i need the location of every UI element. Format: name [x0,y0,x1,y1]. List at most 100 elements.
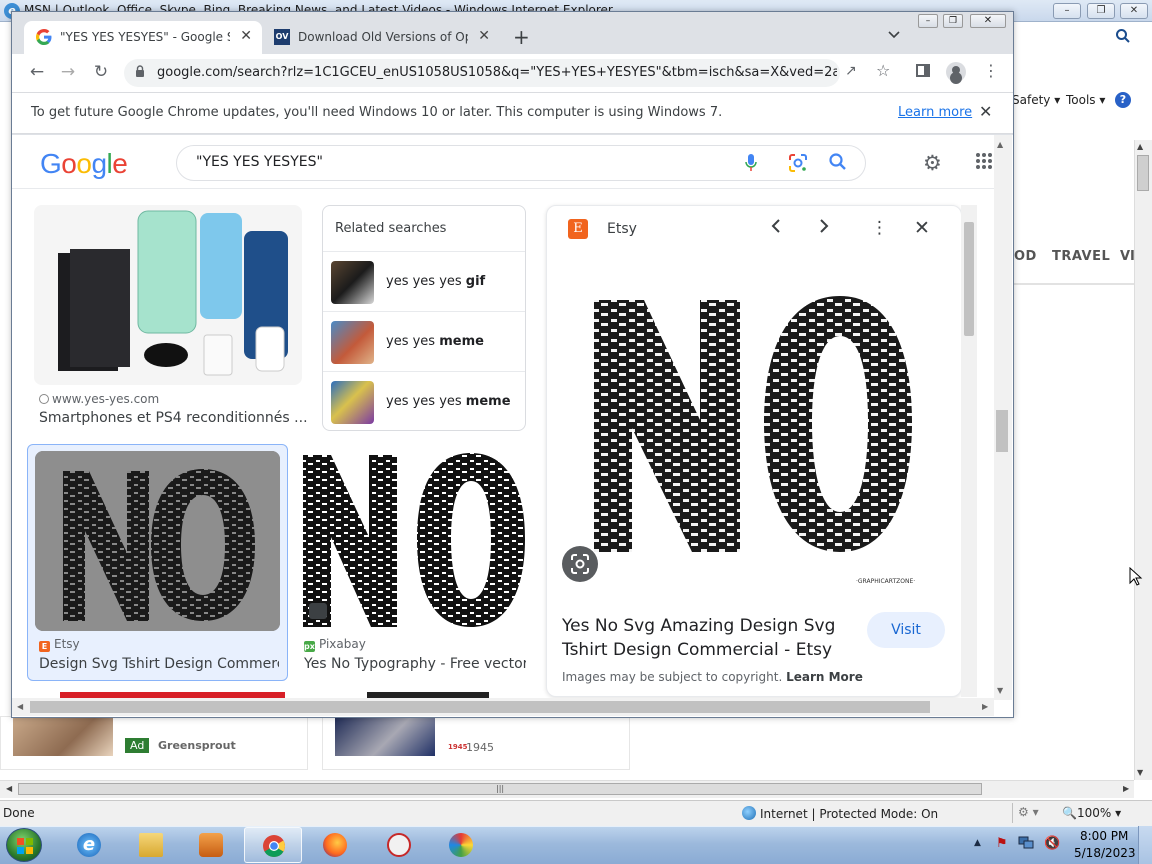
chrome-minimize-button[interactable]: – [918,14,938,28]
tab-google-search[interactable]: "YES YES YESYES" - Google Searc ✕ [24,21,262,54]
zoom-level[interactable]: 🔍100% ▾ [1062,806,1121,820]
help-icon[interactable]: ? [1115,92,1131,108]
result-image-no-gray[interactable] [35,451,280,631]
preview-scroll-thumb[interactable] [964,222,974,336]
google-apps-icon[interactable] [975,152,993,170]
scroll-down-icon[interactable]: ▼ [997,686,1003,695]
reload-button[interactable]: ↻ [90,62,112,82]
etsy-logo-icon[interactable]: E [568,219,588,239]
search-icon[interactable] [1115,28,1131,44]
preview-image[interactable]: ·GRAPHICARTZONE· [556,258,952,596]
msn-nav-travel[interactable]: TRAVEL [1052,249,1110,264]
security-zone-label: Internet | Protected Mode: On [760,807,939,821]
result-image-phones[interactable] [34,205,302,385]
search-query[interactable]: "YES YES YESYES" [196,154,323,170]
lock-icon[interactable] [135,65,145,77]
taskbar-paint[interactable] [432,827,490,863]
bookmark-star-icon[interactable]: ☆ [876,61,890,80]
taskbar-snipping-tool[interactable] [370,827,428,863]
volume-muted-icon[interactable]: 🔇 [1044,836,1060,851]
security-zone[interactable]: Internet | Protected Mode: On [742,806,938,821]
new-tab-button[interactable]: + [513,25,530,49]
side-panel-icon[interactable] [916,64,930,77]
close-tab-icon[interactable]: ✕ [478,28,490,44]
preview-source[interactable]: Etsy [607,221,637,237]
back-button[interactable]: ← [26,62,48,82]
infobar-message: To get future Google Chrome updates, you… [31,105,723,120]
related-search-item[interactable]: yes yes yes meme [323,371,525,431]
result-image-no-white[interactable] [301,451,526,631]
profile-avatar-icon[interactable] [946,62,966,82]
close-tab-icon[interactable]: ✕ [240,28,252,44]
result-source[interactable]: www.yes-yes.com [39,392,159,406]
page-vertical-scroll-thumb[interactable] [996,410,1008,452]
forward-button[interactable]: → [57,62,79,82]
ie-vertical-scrollbar[interactable] [1134,140,1152,780]
result-source[interactable]: E Etsy [39,637,80,652]
msn-news-image[interactable] [335,716,435,756]
share-icon[interactable]: ↗ [845,63,857,79]
tab-search-icon[interactable] [888,28,900,42]
ie-close-button[interactable]: ✕ [1120,3,1148,19]
settings-gear-icon[interactable]: ⚙ [923,151,942,175]
result-title[interactable]: Design Svg Tshirt Design Commercial - Et… [39,656,279,672]
learn-more-link[interactable]: Learn More [786,670,863,684]
infobar-close-icon[interactable]: ✕ [979,102,992,121]
ad-source[interactable]: Greensprout [158,739,236,752]
ie-tools-menu[interactable]: Tools ▾ [1066,93,1105,107]
related-search-item[interactable]: yes yes meme [323,311,525,371]
search-icon[interactable] [828,152,848,172]
windows-start-icon[interactable] [6,828,42,862]
chrome-maximize-button[interactable]: ❐ [943,14,963,28]
popup-blocker-icon[interactable]: ⚙ ▾ [1018,805,1039,819]
taskbar-windows-explorer[interactable] [122,827,180,863]
scroll-right-icon[interactable]: ▶ [1123,784,1129,793]
msn-ad-image[interactable] [13,716,113,756]
show-desktop-button[interactable] [1138,826,1152,864]
show-hidden-icons-icon[interactable]: ▲ [974,838,981,848]
infobar-learn-more-link[interactable]: Learn more [898,105,972,120]
clock-date[interactable]: 5/18/2023 [1074,846,1136,860]
related-search-item[interactable]: yes yes yes gif [323,251,525,311]
scroll-right-icon[interactable]: ▶ [982,702,988,711]
ie-minimize-button[interactable]: – [1053,3,1081,19]
preview-title[interactable]: Yes No Svg Amazing Design Svg Tshirt Des… [562,614,852,662]
page-horizontal-scroll-thumb[interactable] [30,701,930,713]
result-source[interactable]: px Pixabay [304,637,366,652]
msn-nav-food[interactable]: OD [1014,249,1037,264]
google-logo[interactable]: Google [40,148,128,180]
action-center-flag-icon[interactable]: ⚑ [996,836,1008,851]
next-image-chevron-icon[interactable] [819,218,829,239]
network-icon[interactable] [1018,836,1034,850]
google-lens-icon[interactable] [788,153,808,173]
chrome-close-button[interactable]: ✕ [970,14,1006,28]
scroll-up-icon[interactable]: ▲ [997,140,1003,149]
ie-search-bar[interactable] [1012,22,1152,54]
microphone-icon[interactable] [745,153,757,173]
tab-opera-versions[interactable]: OV Download Old Versions of Opera ✕ [262,21,500,54]
result-title[interactable]: Yes No Typography - Free vector graphic … [304,656,526,672]
taskbar-firefox[interactable] [306,827,364,863]
previous-image-chevron-icon[interactable] [771,218,781,239]
more-options-icon[interactable]: ⋮ [871,218,888,238]
scroll-up-icon[interactable]: ▲ [1137,142,1143,151]
result-title[interactable]: Smartphones et PS4 reconditionnés ... [39,410,308,426]
msn-nav-video[interactable]: VI [1120,249,1135,264]
clock-time[interactable]: 8:00 PM [1080,829,1128,843]
ie-vertical-scroll-thumb[interactable] [1137,155,1149,191]
url-text[interactable]: google.com/search?rlz=1C1GCEU_enUS1058US… [157,65,837,80]
ad-badge: Ad [125,738,150,753]
visit-button[interactable]: Visit [867,612,945,648]
close-preview-icon[interactable]: ✕ [914,217,930,239]
scroll-left-icon[interactable]: ◀ [17,702,23,711]
news-source[interactable]: 1945 [466,741,494,754]
ie-restore-button[interactable]: ❐ [1087,3,1115,19]
taskbar-chrome[interactable] [244,827,302,863]
taskbar-internet-explorer[interactable]: e [60,827,118,863]
search-inside-image-icon[interactable] [562,546,598,582]
chrome-menu-icon[interactable]: ⋮ [983,61,999,80]
taskbar-media-player[interactable] [182,827,240,863]
scroll-down-icon[interactable]: ▼ [1137,768,1143,777]
scroll-left-icon[interactable]: ◀ [6,784,12,793]
ie-safety-menu[interactable]: Safety ▾ [1012,93,1060,107]
